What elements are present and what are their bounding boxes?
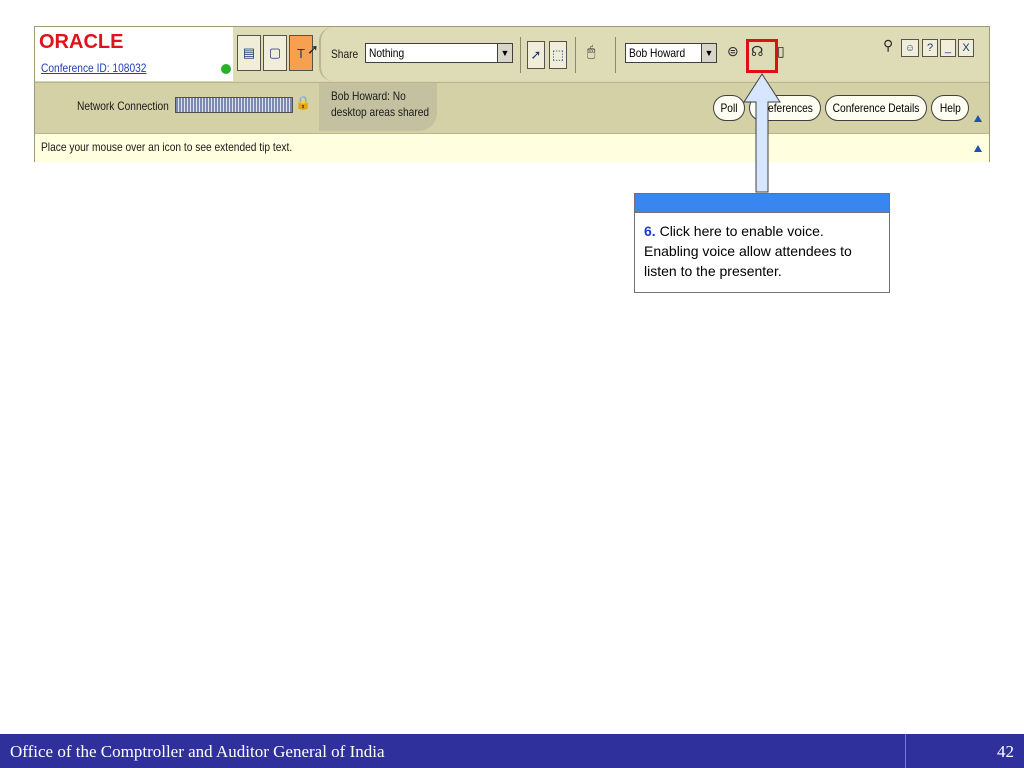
whiteboard-button[interactable]: ▢ — [263, 35, 287, 71]
attendee-panel-icon[interactable]: ▯ — [777, 43, 785, 60]
select-area-button[interactable]: ⬚ — [549, 41, 567, 69]
callout-arrow — [743, 73, 781, 193]
presenter-select-value: Bob Howard — [629, 46, 686, 60]
divider — [615, 37, 616, 73]
presenter-select[interactable]: Bob Howard ▼ — [625, 43, 717, 63]
share-status-area: Bob Howard: No desktop areas shared — [319, 83, 437, 131]
divider — [520, 37, 521, 73]
toolbar-status-row: Network Connection 🔒 Bob Howard: No desk… — [35, 82, 989, 133]
share-label: Share — [331, 47, 359, 61]
cursor-icon: ➚ — [307, 41, 319, 57]
callout-body: 6. Click here to enable voice. Enabling … — [635, 213, 889, 289]
footer-title: Office of the Comptroller and Auditor Ge… — [10, 742, 385, 761]
network-connection-label: Network Connection — [77, 99, 169, 113]
share-select-value: Nothing — [369, 46, 405, 60]
callout-header — [635, 194, 889, 213]
lock-icon: 🔒 — [295, 95, 312, 110]
conference-id-link[interactable]: Conference ID: 108032 — [41, 61, 146, 75]
page-number: 42 — [997, 742, 1014, 761]
mouse-control-icon[interactable]: 🖱 — [587, 43, 595, 60]
chat-icon[interactable]: ⊜ — [727, 43, 739, 60]
chevron-down-icon[interactable]: ▼ — [497, 44, 512, 62]
tip-text: Place your mouse over an icon to see ext… — [41, 140, 293, 154]
close-icon[interactable]: X — [958, 39, 974, 57]
instruction-callout: 6. Click here to enable voice. Enabling … — [634, 193, 890, 293]
tip-bar: Place your mouse over an icon to see ext… — [35, 133, 989, 162]
voice-highlight-box — [746, 39, 778, 73]
pin-icon[interactable]: ⚲ — [883, 37, 893, 54]
collapse-arrow-icon[interactable] — [974, 145, 982, 152]
collapse-arrow-icon[interactable] — [974, 115, 982, 122]
chevron-down-icon[interactable]: ▼ — [701, 44, 716, 62]
help-button[interactable]: Help — [931, 95, 969, 121]
status-indicator-icon — [221, 64, 231, 74]
toolbar-top-row: ORACLE Conference ID: 108032 ▤ ▢ T ➚ Sha… — [35, 27, 989, 81]
oracle-logo: ORACLE — [39, 31, 124, 53]
footer-divider — [905, 734, 906, 768]
share-status-line1: Bob Howard: No — [331, 89, 406, 103]
share-select[interactable]: Nothing ▼ — [365, 43, 513, 63]
network-meter — [175, 97, 293, 113]
conference-details-button[interactable]: Conference Details — [825, 95, 927, 121]
help-icon[interactable]: ? — [922, 39, 938, 57]
conference-toolbar: ORACLE Conference ID: 108032 ▤ ▢ T ➚ Sha… — [34, 26, 990, 162]
share-status-line2: desktop areas shared — [331, 105, 430, 119]
callout-text: Click here to enable voice. Enabling voi… — [644, 223, 852, 279]
attendees-button[interactable]: ☺ — [901, 39, 919, 57]
callout-step-number: 6. — [644, 223, 656, 239]
divider — [575, 37, 576, 73]
minimize-icon[interactable]: _ — [940, 39, 956, 57]
slide-footer: Office of the Comptroller and Auditor Ge… — [0, 734, 1024, 768]
pointer-button[interactable]: ➚ — [527, 41, 545, 69]
document-view-button[interactable]: ▤ — [237, 35, 261, 71]
logo-area: ORACLE Conference ID: 108032 — [35, 27, 233, 81]
